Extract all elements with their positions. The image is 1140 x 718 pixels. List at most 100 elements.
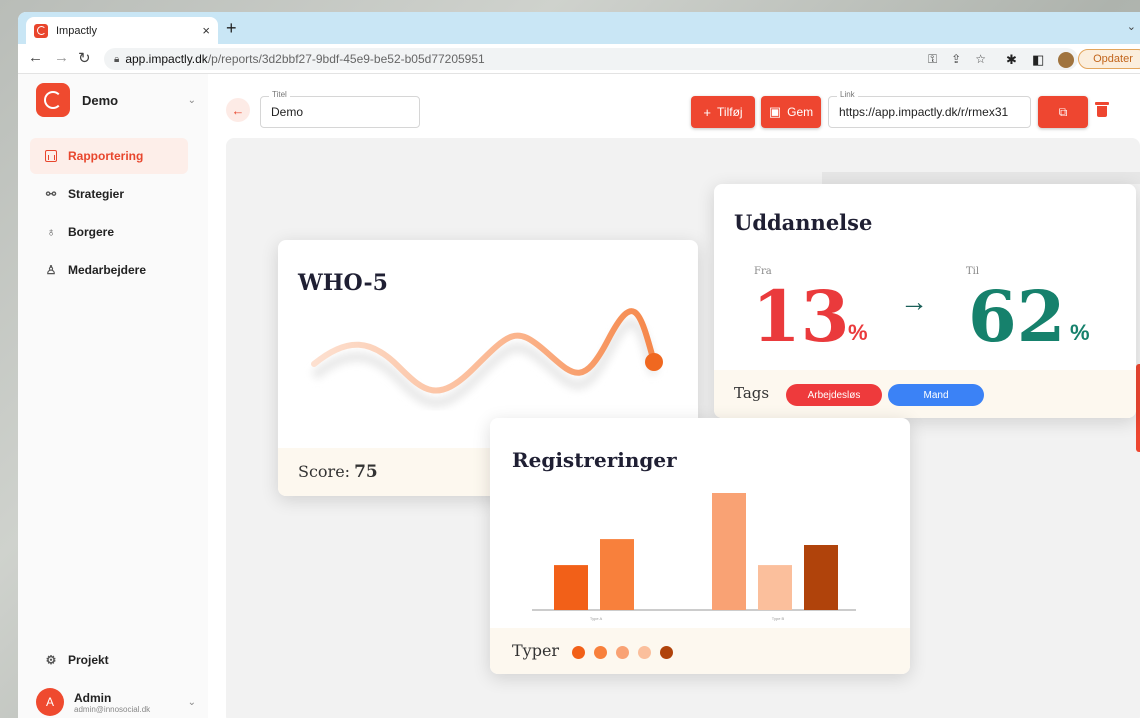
sidebar-item-label: Projekt — [68, 653, 109, 667]
registreringer-card[interactable]: Type A Type B Registreringer Typer — [490, 418, 910, 674]
reload-icon[interactable]: ↻ — [78, 49, 91, 67]
side-panel-icon[interactable]: ◧ — [1032, 52, 1044, 68]
chart-bar — [804, 545, 838, 610]
plus-icon: + — [703, 104, 712, 120]
browser-tab-bar: Impactly × + ⌄ — [18, 12, 1140, 44]
sidebar-item-medarbejdere[interactable]: ♙ Medarbejdere — [30, 252, 188, 288]
who5-title: WHO-5 — [298, 270, 388, 296]
key-icon[interactable]: ⚿ — [928, 52, 937, 67]
gear-icon: ⚙ — [45, 653, 57, 667]
report-toolbar: ← Titel Demo + Tilføj ▣ Gem Link https:/… — [208, 74, 1140, 138]
sidebar: Demo ⌄ Rapportering ⚯ Strategier ♁ Borge… — [18, 74, 208, 718]
link-field-label: Link — [837, 90, 858, 99]
forward-arrow-icon[interactable]: → — [54, 49, 69, 66]
score-value: 75 — [354, 462, 378, 482]
browser-toolbar: ← → ↻ 🔒︎ app.impactly.dk /p/reports/3d2b… — [18, 44, 1140, 74]
type-dot[interactable] — [638, 646, 651, 659]
to-unit: % — [1070, 320, 1090, 345]
browser-window: Impactly × + ⌄ ← → ↻ 🔒︎ app.impactly.dk … — [18, 12, 1140, 718]
chart-bar — [600, 539, 634, 610]
impactly-logo-icon — [36, 83, 70, 117]
sidebar-item-strategier[interactable]: ⚯ Strategier — [30, 176, 188, 212]
impactly-favicon-icon — [34, 23, 48, 38]
tab-title: Impactly — [56, 24, 97, 37]
strategy-icon: ⚯ — [45, 187, 57, 201]
link-field[interactable]: Link https://app.impactly.dk/r/rmex31 — [828, 90, 1031, 128]
title-field[interactable]: Titel Demo — [260, 90, 420, 128]
sidebar-item-label: Borgere — [68, 225, 115, 239]
save-disk-icon: ▣ — [768, 104, 782, 119]
from-value: 13 — [752, 275, 850, 358]
tab-search-chevron-icon[interactable]: ⌄ — [1127, 20, 1136, 33]
sidebar-item-label: Rapportering — [68, 149, 144, 163]
browser-tab[interactable]: Impactly × — [26, 17, 218, 44]
user-email: admin@innosocial.dk — [74, 704, 151, 714]
uddannelse-title: Uddannelse — [734, 210, 873, 235]
new-tab-button[interactable]: + — [226, 18, 237, 39]
chart-tick-label: Type A — [590, 616, 603, 621]
org-switcher[interactable]: Demo ⌄ — [36, 82, 196, 118]
add-button-label: Tilføj — [717, 105, 743, 119]
org-name: Demo — [82, 92, 119, 108]
to-value: 62 — [968, 275, 1066, 358]
sidebar-item-projekt[interactable]: ⚙ Projekt — [30, 642, 188, 678]
who5-wave-line — [311, 308, 657, 394]
tag-chip[interactable]: Arbejdesløs — [786, 384, 882, 406]
uddannelse-card[interactable]: Uddannelse Fra Til 13 % → 62 % Tags Arbe… — [714, 184, 1136, 418]
avatar: A — [36, 688, 64, 716]
uddannelse-footer: Tags Arbejdesløs Mand — [714, 370, 1136, 418]
chart-bar — [554, 565, 588, 610]
type-dot[interactable] — [594, 646, 607, 659]
update-button[interactable]: Opdater — [1078, 49, 1140, 69]
registreringer-title: Registreringer — [512, 448, 677, 472]
url-path: /p/reports/3d2bbf27-9bdf-45e9-be52-b05d7… — [207, 52, 485, 66]
user-name: Admin — [74, 690, 112, 705]
sidebar-item-borgere[interactable]: ♁ Borgere — [30, 214, 188, 250]
report-icon — [44, 149, 58, 163]
address-bar[interactable]: 🔒︎ app.impactly.dk /p/reports/3d2bbf27-9… — [104, 48, 1078, 70]
employees-icon: ♙ — [45, 263, 57, 277]
sidebar-item-rapportering[interactable]: Rapportering — [30, 138, 188, 174]
chart-bar — [758, 565, 792, 610]
add-button[interactable]: + Tilføj — [691, 96, 755, 128]
chart-bar — [712, 493, 746, 610]
title-field-value: Demo — [271, 105, 304, 119]
report-canvas: WHO-5 Score: 75 Uddannelse Fra Til 13 % →… — [226, 138, 1140, 718]
tag-chip[interactable]: Mand — [888, 384, 984, 406]
sidebar-item-label: Strategier — [68, 187, 125, 201]
who5-end-dot — [645, 353, 663, 371]
share-icon[interactable]: ⇪ — [951, 52, 961, 66]
save-button-label: Gem — [787, 105, 814, 119]
link-field-value: https://app.impactly.dk/r/rmex31 — [839, 105, 1009, 119]
citizens-icon: ♁ — [46, 225, 56, 239]
profile-avatar[interactable] — [1058, 52, 1074, 68]
types-label: Typer — [512, 641, 560, 660]
user-menu[interactable]: A Admin admin@innosocial.dk ⌄ — [36, 686, 196, 718]
title-field-label: Titel — [269, 90, 290, 99]
chevron-down-icon: ⌄ — [187, 94, 196, 106]
copy-link-button[interactable]: ⧉ — [1038, 96, 1088, 128]
sidebar-item-label: Medarbejdere — [68, 263, 147, 277]
tab-close-icon[interactable]: × — [202, 23, 210, 38]
url-host: app.impactly.dk — [125, 52, 208, 66]
arrow-right-icon: → — [900, 286, 928, 317]
save-button[interactable]: ▣ Gem — [761, 96, 821, 128]
score-label: Score: — [298, 462, 351, 481]
trash-icon[interactable] — [1095, 102, 1109, 118]
background-card-edge — [822, 172, 1140, 184]
chart-tick-label: Type B — [772, 616, 785, 621]
bookmark-star-icon[interactable]: ☆ — [975, 52, 986, 66]
from-unit: % — [848, 320, 868, 345]
registreringer-footer: Typer — [490, 628, 910, 674]
app-root: Demo ⌄ Rapportering ⚯ Strategier ♁ Borge… — [18, 74, 1140, 718]
side-edge-tab[interactable] — [1136, 364, 1140, 452]
extensions-puzzle-icon[interactable]: ✱ — [1006, 52, 1017, 68]
type-dot[interactable] — [660, 646, 673, 659]
type-dot[interactable] — [616, 646, 629, 659]
chevron-down-icon: ⌄ — [187, 696, 196, 708]
who5-wave-shadow — [310, 318, 659, 408]
back-button[interactable]: ← — [226, 98, 250, 122]
type-dot[interactable] — [572, 646, 585, 659]
tags-label: Tags — [734, 384, 770, 402]
back-arrow-icon[interactable]: ← — [28, 49, 43, 66]
